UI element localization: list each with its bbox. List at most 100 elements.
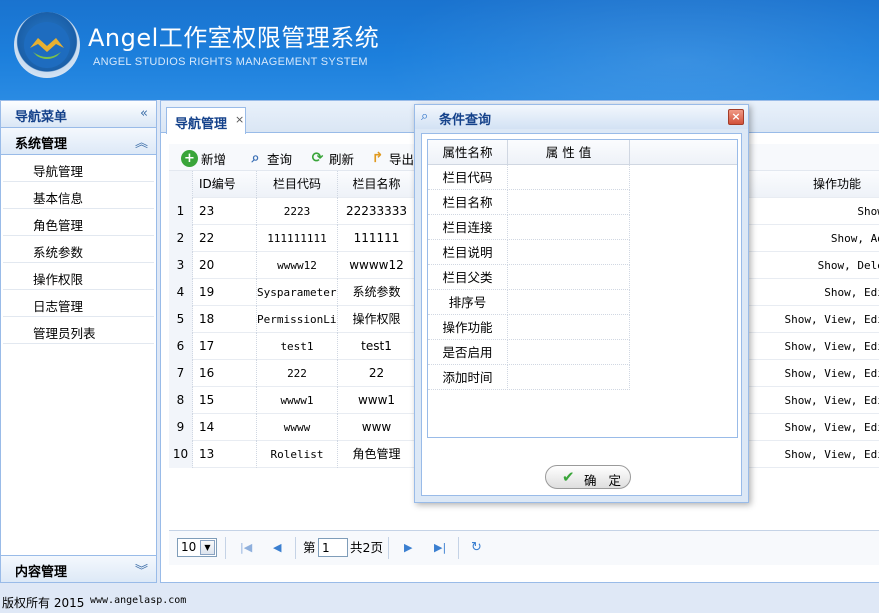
property-value-field[interactable] [508, 290, 630, 315]
property-label: 栏目连接 [428, 215, 508, 240]
property-label: 是否启用 [428, 340, 508, 365]
cell-id: 17 [193, 333, 257, 360]
reload-icon[interactable]: ↻ [471, 538, 482, 558]
sidebar-item-label: 角色管理 [33, 218, 84, 233]
export-label: 导出 [389, 151, 415, 167]
column-header-code[interactable]: 栏目代码 [257, 171, 338, 198]
first-page-icon[interactable]: |◀ [240, 538, 252, 558]
property-value-field[interactable] [508, 190, 630, 215]
property-grid: 属性名称 属 性 值 栏目代码 栏目名称 栏目连接 栏目说明 栏目父类 排序号 操作功能 是否… [427, 139, 738, 438]
property-value-field[interactable] [508, 265, 630, 290]
refresh-button[interactable]: ⟳ 刷新 [309, 148, 354, 168]
cell-code: 2223 [257, 198, 338, 225]
cell-id: 13 [193, 441, 257, 468]
page-size-select[interactable]: 10 ▼ [177, 538, 217, 557]
add-label: 新增 [201, 151, 227, 167]
app-subtitle: ANGEL STUDIOS RIGHTS MANAGEMENT SYSTEM [93, 56, 368, 68]
cell-code: SysparameterL [257, 279, 338, 306]
pager-separator [225, 537, 226, 559]
cell-name: 22233333 [338, 198, 416, 225]
sidebar-item-role-management[interactable]: 角色管理 [3, 209, 154, 236]
chevron-up-icon[interactable]: ︽ [135, 132, 148, 151]
cell-name: 111111 [338, 225, 416, 252]
footer-url[interactable]: www.angelasp.com [90, 595, 186, 606]
tab-close-icon[interactable]: × [235, 113, 244, 126]
search-icon: ⌕ [251, 149, 260, 166]
property-value-field[interactable] [508, 340, 630, 365]
cell-name: 角色管理 [338, 441, 416, 468]
property-label: 栏目名称 [428, 190, 508, 215]
sidebar-item-nav-management[interactable]: 导航管理 [3, 155, 154, 182]
search-label: 查询 [267, 151, 293, 167]
property-row: 栏目名称 [428, 190, 630, 215]
cell-code: Rolelist [257, 441, 338, 468]
property-label: 栏目说明 [428, 240, 508, 265]
cell-ops: Show, Edit, Vi [824, 286, 879, 299]
row-number: 3 [169, 252, 193, 279]
property-value-field[interactable] [508, 365, 630, 390]
next-page-icon[interactable]: ▶ [404, 538, 412, 558]
sidebar-item-admin-list[interactable]: 管理员列表 [3, 317, 154, 344]
row-number: 7 [169, 360, 193, 387]
cell-name: 22 [338, 360, 416, 387]
search-button[interactable]: ⌕ 查询 [247, 148, 292, 168]
checkmark-icon: ✔ [562, 468, 575, 486]
dialog-titlebar[interactable]: ⌕ 条件查询 × [415, 105, 748, 129]
section-content-management[interactable]: 内容管理 ︾ [1, 555, 156, 582]
sidebar: 导航菜单 « 系统管理 ︽ 导航管理 基本信息 角色管理 系统参数 操作权限 日… [0, 100, 157, 583]
property-value-field[interactable] [508, 315, 630, 340]
prev-page-icon[interactable]: ◀ [273, 538, 281, 558]
section-label: 系统管理 [15, 137, 68, 152]
column-header-ops[interactable]: 操作功能 [757, 171, 879, 198]
app-header: Angel工作室权限管理系统 ANGEL STUDIOS RIGHTS MANA… [0, 0, 879, 100]
cell-name: test1 [338, 333, 416, 360]
sidebar-item-system-params[interactable]: 系统参数 [3, 236, 154, 263]
sidebar-item-label: 管理员列表 [33, 326, 96, 341]
cell-id: 18 [193, 306, 257, 333]
last-page-icon[interactable]: ▶| [434, 538, 446, 558]
cell-name: wwww12 [338, 252, 416, 279]
property-value-field[interactable] [508, 240, 630, 265]
sidebar-item-logs[interactable]: 日志管理 [3, 290, 154, 317]
dialog-close-button[interactable]: × [728, 109, 744, 125]
property-row: 排序号 [428, 290, 630, 315]
cell-ops: Show, Add, Ed [830, 232, 879, 245]
confirm-label: 确 定 [584, 473, 625, 488]
cell-id: 14 [193, 414, 257, 441]
cell-code: wwww [257, 414, 338, 441]
property-row: 栏目连接 [428, 215, 630, 240]
row-number-header [169, 171, 193, 198]
property-label: 添加时间 [428, 365, 508, 390]
confirm-button[interactable]: ✔ 确 定 [545, 465, 631, 489]
app-title: Angel工作室权限管理系统 [88, 24, 380, 52]
cell-id: 23 [193, 198, 257, 225]
footer: 版权所有 2015 www.angelasp.com [0, 587, 879, 613]
property-grid-header: 属性名称 属 性 值 [428, 140, 737, 165]
property-row: 栏目说明 [428, 240, 630, 265]
cell-id: 19 [193, 279, 257, 306]
dialog-title: 条件查询 [439, 113, 492, 128]
page-number-input[interactable]: 1 [318, 538, 348, 557]
sidebar-item-permissions[interactable]: 操作权限 [3, 263, 154, 290]
refresh-icon: ⟳ [311, 149, 324, 166]
column-header-id[interactable]: ID编号 [193, 171, 257, 198]
add-button[interactable]: + 新增 [181, 148, 226, 168]
cell-ops: Show, View, Edit, Ad [784, 340, 879, 353]
tab-nav-management[interactable]: 导航管理 × [166, 107, 246, 134]
column-header-name[interactable]: 栏目名称 [338, 171, 416, 198]
export-button[interactable]: ↱ 导出 [369, 148, 414, 168]
section-system-management[interactable]: 系统管理 ︽ [1, 128, 156, 155]
property-label: 排序号 [428, 290, 508, 315]
property-value-field[interactable] [508, 215, 630, 240]
page-size-value: 10 [181, 540, 197, 554]
refresh-label: 刷新 [329, 151, 355, 167]
property-value-field[interactable] [508, 165, 630, 190]
collapse-left-icon[interactable]: « [140, 106, 148, 121]
sidebar-item-basic-info[interactable]: 基本信息 [3, 182, 154, 209]
chevron-down-icon[interactable]: ︾ [135, 560, 148, 579]
property-row: 添加时间 [428, 365, 630, 390]
cell-ops: Show, View, Edit, Ad [784, 448, 879, 461]
sidebar-item-label: 基本信息 [33, 191, 84, 206]
cell-ops: Show, View, Edit, Ad [784, 313, 879, 326]
row-number: 9 [169, 414, 193, 441]
